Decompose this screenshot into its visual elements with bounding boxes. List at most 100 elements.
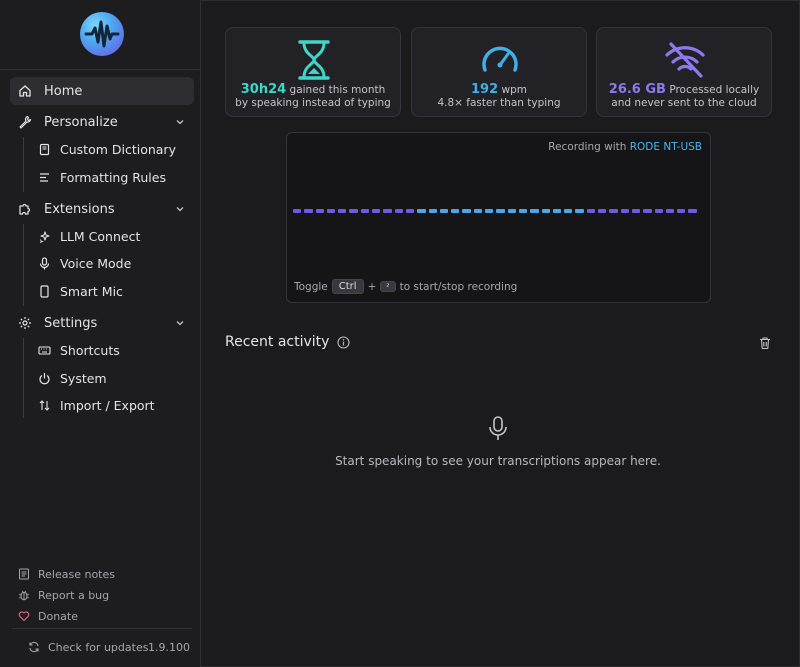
hint-plus: + xyxy=(367,280,377,293)
tree-line xyxy=(23,338,24,418)
nav-home[interactable]: Home xyxy=(10,77,194,105)
wifi-off-icon xyxy=(665,42,705,78)
sidebar-item-formatting-rules[interactable]: Formatting Rules xyxy=(38,165,166,189)
arrows-updown-icon xyxy=(38,399,51,412)
trash-icon[interactable] xyxy=(758,335,772,350)
waveform-segment xyxy=(643,209,652,213)
puzzle-icon xyxy=(18,202,32,216)
wrench-icon xyxy=(18,115,32,129)
waveform-segment xyxy=(360,209,370,213)
phone-icon xyxy=(38,284,51,298)
sparkles-icon xyxy=(38,230,51,243)
notes-icon xyxy=(18,568,30,580)
stat-card-time-saved: 30h24 gained this month by speaking inst… xyxy=(225,27,401,117)
stat-card-local-processing: 26.6 GB Processed locally and never sent… xyxy=(596,27,772,117)
waveform-segment xyxy=(609,209,618,213)
waveform-segment xyxy=(428,209,437,213)
hint-suffix: to start/stop recording xyxy=(399,280,518,293)
chevron-down-icon[interactable] xyxy=(174,116,186,128)
nav-settings[interactable]: Settings xyxy=(10,309,194,337)
sidebar-item-label: System xyxy=(60,370,107,386)
waveform-segment xyxy=(677,209,686,213)
nav-label: Home xyxy=(44,83,83,99)
info-icon[interactable] xyxy=(337,335,351,349)
report-bug-link[interactable]: Report a bug xyxy=(18,586,109,604)
stat-suffix: Processed locally xyxy=(669,84,760,96)
sidebar-item-label: Formatting Rules xyxy=(60,169,166,185)
tree-line xyxy=(23,137,24,192)
chevron-down-icon[interactable] xyxy=(174,203,186,215)
nav-personalize[interactable]: Personalize xyxy=(10,108,194,136)
waveform-segment xyxy=(405,209,415,213)
chevron-down-icon[interactable] xyxy=(174,317,186,329)
audio-waveform xyxy=(293,209,697,213)
sidebar-item-custom-dictionary[interactable]: Custom Dictionary xyxy=(38,137,176,161)
sidebar-item-smart-mic[interactable]: Smart Mic xyxy=(38,279,123,303)
stat-line1: 26.6 GB Processed locally xyxy=(597,82,771,97)
stat-value: 30h24 xyxy=(240,82,287,97)
waveform-segment xyxy=(485,209,494,213)
divider xyxy=(12,628,192,629)
shortcut-hint: Toggle Ctrl + ² to start/stop recording xyxy=(294,279,517,294)
waveform-segment xyxy=(462,209,471,213)
sidebar-item-system[interactable]: System xyxy=(38,366,107,390)
donate-link[interactable]: Donate xyxy=(18,607,78,625)
waveform-segment xyxy=(394,209,403,213)
text-lines-icon xyxy=(38,171,51,184)
waveform-segment xyxy=(439,209,449,213)
gear-icon xyxy=(18,316,32,330)
waveform-segment xyxy=(383,209,392,213)
stat-line1: 30h24 gained this month xyxy=(226,82,400,97)
book-icon xyxy=(38,143,51,156)
sidebar-item-label: Shortcuts xyxy=(60,342,120,358)
waveform-segment xyxy=(338,209,347,213)
waveform-segment xyxy=(631,209,641,213)
waveform-segment xyxy=(665,209,675,213)
keyboard-icon xyxy=(38,344,51,357)
waveform-segment xyxy=(518,209,528,213)
stat-value: 26.6 GB xyxy=(608,82,666,97)
sidebar-item-llm-connect[interactable]: LLM Connect xyxy=(38,224,140,248)
divider xyxy=(0,69,200,70)
empty-state-text: Start speaking to see your transcription… xyxy=(335,454,661,468)
heart-icon xyxy=(18,610,30,622)
recording-device-name[interactable]: RODE NT-USB xyxy=(630,141,702,153)
power-icon xyxy=(38,372,51,385)
sidebar-item-label: Voice Mode xyxy=(60,255,132,271)
sidebar-item-import-export[interactable]: Import / Export xyxy=(38,393,155,417)
sidebar-item-shortcuts[interactable]: Shortcuts xyxy=(38,338,120,362)
key-2: ² xyxy=(380,281,396,292)
waveform-segment xyxy=(417,209,426,213)
sidebar-item-label: Custom Dictionary xyxy=(60,141,176,157)
stat-line1: 192 wpm xyxy=(412,82,586,97)
waveform-segment xyxy=(304,209,313,213)
waveform-segment xyxy=(372,209,381,213)
hint-prefix: Toggle xyxy=(294,280,328,293)
waveform-segment xyxy=(654,209,663,213)
stat-value: 192 xyxy=(471,82,499,97)
hourglass-icon xyxy=(298,40,330,80)
footer-label: Donate xyxy=(38,609,78,623)
nav-extensions[interactable]: Extensions xyxy=(10,195,194,223)
check-updates-label: Check for updates xyxy=(48,640,149,654)
sidebar-item-voice-mode[interactable]: Voice Mode xyxy=(38,251,131,275)
recording-panel[interactable]: Recording with RODE NT-USB Toggle Ctrl +… xyxy=(286,132,711,303)
waveform-segment xyxy=(541,209,550,213)
home-icon xyxy=(18,84,32,98)
check-updates-button[interactable]: Check for updates xyxy=(28,638,148,656)
waveform-segment xyxy=(315,209,324,213)
waveform-segment xyxy=(507,209,516,213)
footer-label: Report a bug xyxy=(38,588,110,602)
bug-icon xyxy=(18,589,30,601)
footer-label: Release notes xyxy=(38,567,115,581)
refresh-icon xyxy=(28,641,40,653)
waveform-segment xyxy=(598,209,607,213)
nav-label: Personalize xyxy=(44,114,118,130)
nav-label: Settings xyxy=(44,315,98,331)
waveform-segment xyxy=(575,209,584,213)
stat-description: and never sent to the cloud xyxy=(611,97,757,109)
section-title: Recent activity xyxy=(225,334,330,350)
waveform-segment xyxy=(530,209,539,213)
release-notes-link[interactable]: Release notes xyxy=(18,565,115,583)
waveform-segment xyxy=(326,209,336,213)
